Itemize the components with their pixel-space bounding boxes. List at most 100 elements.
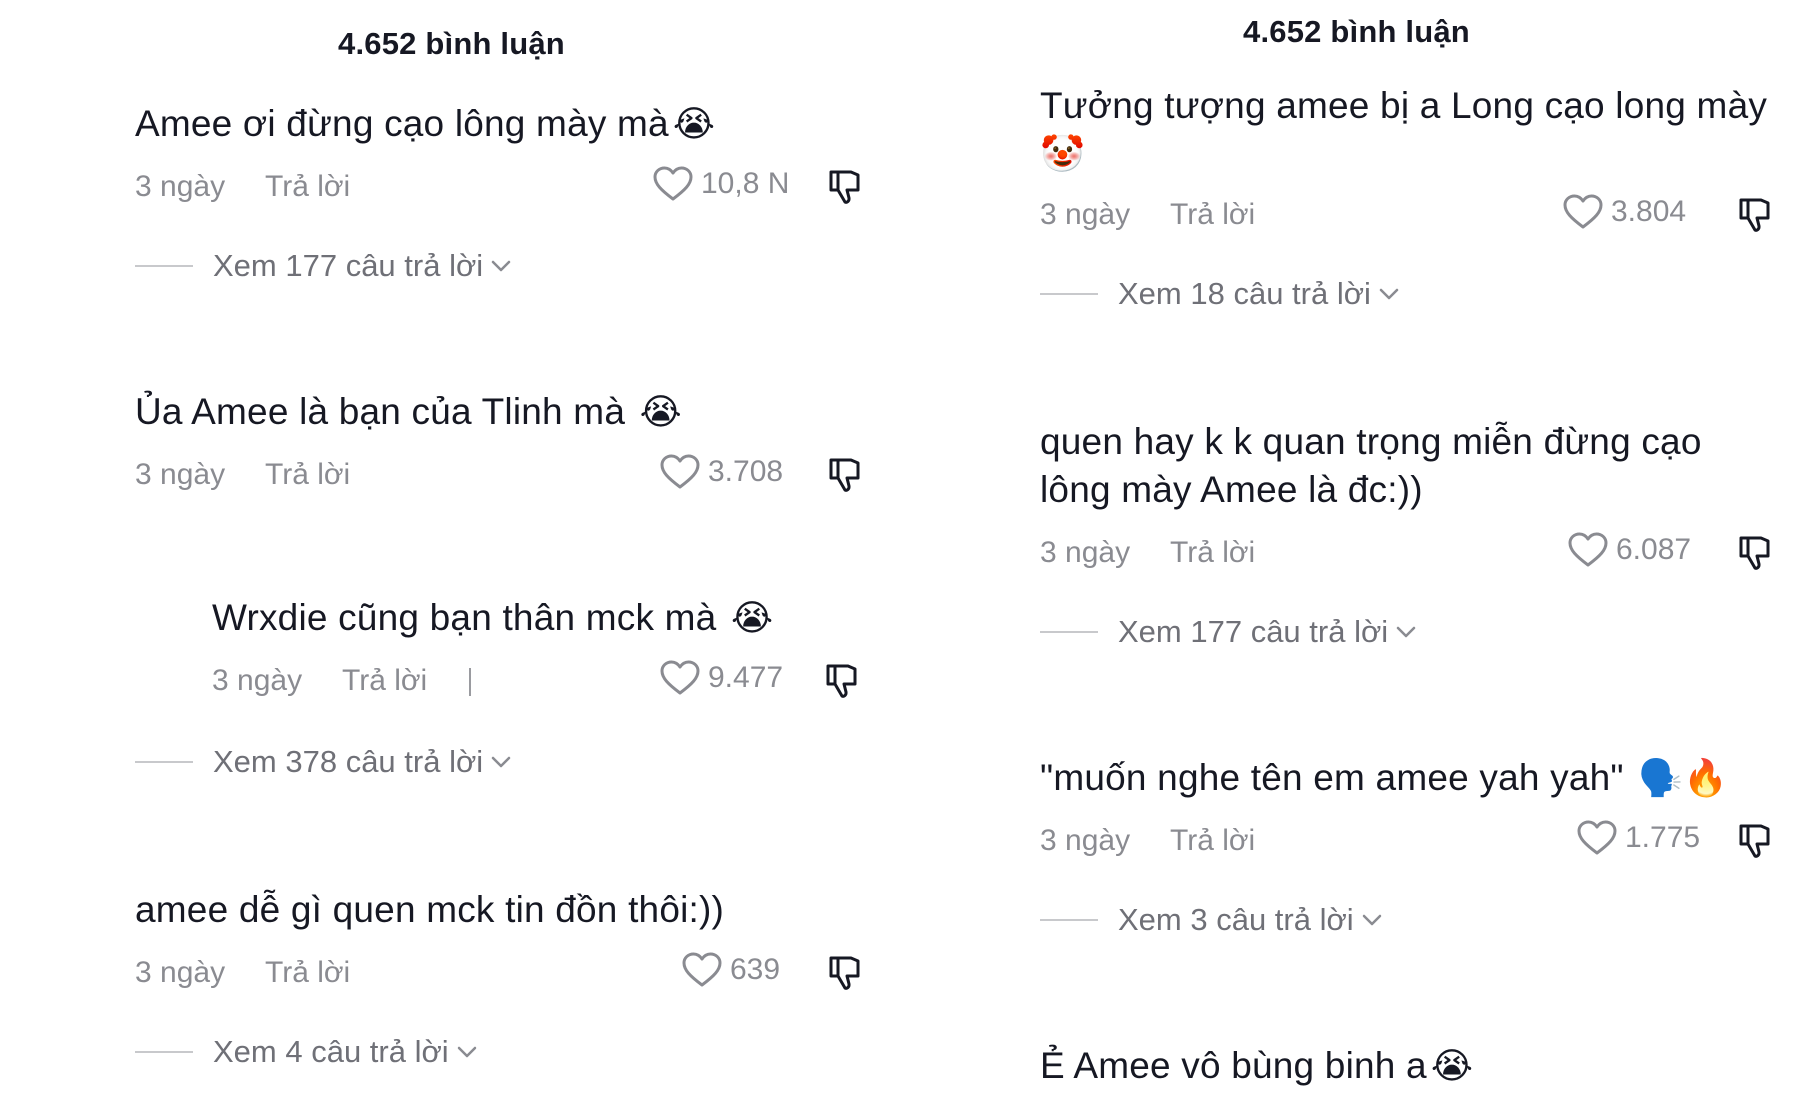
comment-count: 4.652 bình luận — [1243, 14, 1470, 49]
view-replies-button[interactable]: Xem 4 câu trả lời — [135, 1034, 477, 1070]
comment-text: amee dễ gì quen mck tin đồn thôi:)) — [135, 889, 725, 930]
comment-text-line-1: Tưởng tượng amee bị a Long cạo long mày — [1040, 85, 1768, 126]
reply-button[interactable]: Trả lời — [265, 170, 350, 204]
comment-text: Amee ơi đừng cạo lông mày mà 😭 — [135, 100, 875, 148]
comment-text-line-2: 🤡 — [1040, 130, 1790, 178]
crying-face-emoji: 😭 — [639, 391, 682, 432]
like-count: 3.804 — [1611, 195, 1687, 228]
comment-item: Ẻ Amee vô bùng binh a 😭 — [1040, 1042, 1790, 1090]
comment-item: quen hay k k quan trọng miễn đừng cạo lô… — [1040, 418, 1790, 649]
like-count: 3.708 — [708, 455, 784, 488]
reply-button[interactable]: Trả lời — [1170, 198, 1255, 232]
divider-line — [135, 265, 193, 267]
view-replies-button[interactable]: Xem 378 câu trả lời — [135, 744, 511, 780]
thumbs-down-outline-icon[interactable] — [1735, 532, 1775, 572]
divider-line — [1040, 631, 1098, 633]
heart-outline-icon — [682, 952, 722, 988]
like-button[interactable]: 6.087 — [1568, 532, 1691, 568]
view-replies-button[interactable]: Xem 3 câu trả lời — [1040, 902, 1382, 938]
view-replies-button[interactable]: Xem 18 câu trả lời — [1040, 276, 1399, 312]
comment-item: Amee ơi đừng cạo lông mày mà 😭 3 ngày Trả… — [135, 100, 875, 283]
reply-button[interactable]: Trả lời — [1170, 536, 1255, 570]
comment-meta: 3 ngày Trả lời — [135, 458, 350, 492]
reply-button[interactable]: Trả lời — [1170, 824, 1255, 858]
comment-item: Ủa Amee là bạn của Tlinh mà 😭 3 ngày Trả… — [135, 388, 875, 436]
chevron-down-icon — [457, 1046, 477, 1058]
chevron-down-icon — [491, 756, 511, 768]
view-replies-button[interactable]: Xem 177 câu trả lời — [135, 248, 511, 284]
view-replies-label: Xem 378 câu trả lời — [213, 744, 484, 779]
comment-text-content: "muốn nghe tên em amee yah yah" — [1040, 757, 1624, 798]
comment-text-line-2: lông mày Amee là đc:)) — [1040, 469, 1423, 510]
comment-time: 3 ngày — [135, 956, 226, 989]
like-button[interactable]: 1.775 — [1577, 820, 1700, 856]
like-count: 6.087 — [1616, 533, 1692, 566]
reply-button[interactable]: Trả lời — [265, 458, 350, 492]
crying-face-emoji: 😭 — [1430, 1045, 1474, 1086]
heart-outline-icon — [1577, 820, 1617, 856]
thumbs-down-outline-icon[interactable] — [1735, 820, 1775, 860]
like-button[interactable]: 3.804 — [1563, 194, 1686, 230]
crying-face-emoji: 😭 — [672, 103, 716, 144]
like-button[interactable]: 10,8 N — [653, 166, 789, 202]
heart-outline-icon — [1563, 194, 1603, 230]
comment-text: Ẻ Amee vô bùng binh a 😭 — [1040, 1042, 1790, 1090]
comment-time: 3 ngày — [1040, 536, 1131, 569]
chevron-down-icon — [1396, 626, 1416, 638]
heart-outline-icon — [1568, 532, 1608, 568]
thumbs-down-outline-icon[interactable] — [825, 454, 865, 494]
divider-line — [1040, 919, 1098, 921]
like-count: 639 — [730, 953, 781, 986]
comment-time: 3 ngày — [135, 458, 226, 491]
crying-face-emoji: 😭 — [730, 597, 774, 638]
comment-item: Tưởng tượng amee bị a Long cạo long mày … — [1040, 82, 1790, 311]
thumbs-down-outline-icon[interactable] — [1735, 194, 1775, 234]
like-count: 1.775 — [1625, 821, 1701, 854]
clown-face-emoji: 🤡 — [1040, 133, 1086, 174]
like-button[interactable]: 639 — [682, 952, 780, 988]
comment-item: Wrxdie cũng bạn thân mck mà 😭 3 ngày Trả… — [212, 594, 872, 642]
comment-item: "muốn nghe tên em amee yah yah" 🗣️🔥 3 ng… — [1040, 754, 1790, 937]
comments-panel-right: 4.652 bình luận Tưởng tượng amee bị a Lo… — [905, 0, 1800, 1100]
divider-line — [1040, 293, 1098, 295]
text-cursor — [469, 668, 471, 696]
comment-text: Ủa Amee là bạn của Tlinh mà 😭 — [135, 388, 875, 436]
like-button[interactable]: 9.477 — [660, 660, 783, 696]
reply-button[interactable]: Trả lời — [265, 956, 350, 990]
like-count: 9.477 — [708, 661, 784, 694]
like-button[interactable]: 3.708 — [660, 454, 783, 490]
comment-meta: 3 ngày Trả lời — [212, 664, 427, 698]
comment-count: 4.652 bình luận — [338, 26, 565, 61]
heart-outline-icon — [653, 166, 693, 202]
reply-button[interactable]: Trả lời — [342, 664, 427, 698]
view-replies-label: Xem 4 câu trả lời — [213, 1034, 449, 1069]
thumbs-down-outline-icon[interactable] — [825, 166, 865, 206]
comment-text-line-1: quen hay k k quan trọng miễn đừng cạo — [1040, 421, 1702, 462]
view-replies-label: Xem 3 câu trả lời — [1118, 902, 1354, 937]
comment-time: 3 ngày — [1040, 198, 1131, 231]
comment-text: Wrxdie cũng bạn thân mck mà 😭 — [212, 594, 872, 642]
comment-meta: 3 ngày Trả lời — [1040, 536, 1255, 570]
comment-time: 3 ngày — [1040, 824, 1131, 857]
thumbs-down-outline-icon[interactable] — [822, 660, 862, 700]
thumbs-down-outline-icon[interactable] — [825, 952, 865, 992]
chevron-down-icon — [1379, 288, 1399, 300]
comment-meta: 3 ngày Trả lời — [1040, 824, 1255, 858]
comment-meta: 3 ngày Trả lời — [1040, 198, 1255, 232]
view-replies-label: Xem 18 câu trả lời — [1118, 276, 1371, 311]
comment-time: 3 ngày — [135, 170, 226, 203]
view-replies-label: Xem 177 câu trả lời — [1118, 614, 1389, 649]
divider-line — [135, 1051, 193, 1053]
heart-outline-icon — [660, 660, 700, 696]
chevron-down-icon — [1362, 914, 1382, 926]
heart-outline-icon — [660, 454, 700, 490]
comment-text-content: Ủa Amee là bạn của Tlinh mà — [135, 391, 626, 432]
comment-item: amee dễ gì quen mck tin đồn thôi:)) 3 ng… — [135, 886, 875, 1069]
comment-text-content: Amee ơi đừng cạo lông mày mà — [135, 103, 669, 144]
comment-time: 3 ngày — [212, 664, 303, 697]
view-replies-button[interactable]: Xem 177 câu trả lời — [1040, 614, 1416, 650]
divider-line — [135, 761, 193, 763]
chevron-down-icon — [491, 260, 511, 272]
speaking-head-fire-emoji: 🗣️🔥 — [1638, 757, 1729, 798]
view-replies-label: Xem 177 câu trả lời — [213, 248, 484, 283]
